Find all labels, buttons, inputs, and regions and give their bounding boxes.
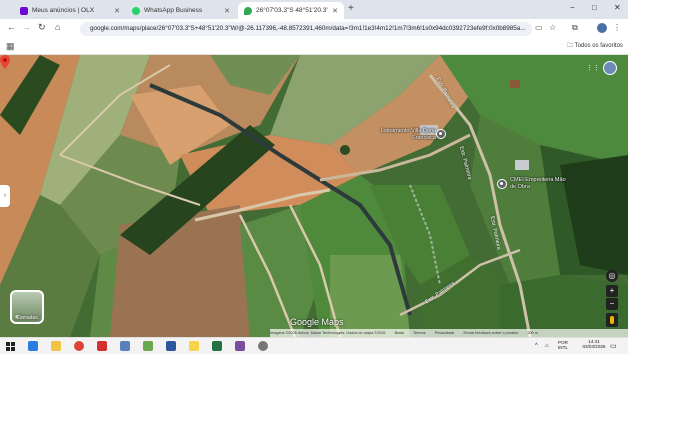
attribution-text: Imagens ©2026 Airbus, Maxar Technologies… [270, 331, 386, 335]
zoom-out-button[interactable]: − [606, 298, 618, 310]
close-icon[interactable]: ✕ [332, 7, 338, 15]
sticky-app-icon[interactable] [189, 341, 199, 351]
explorer-app-icon[interactable] [51, 341, 61, 351]
tab-google-maps[interactable]: 26°07'03.3"S 48°51'20.3"W - G... ✕ [238, 2, 344, 19]
layers-button[interactable]: ◈ Camadas [10, 290, 44, 324]
back-button[interactable]: ← [7, 22, 16, 32]
tab-title: Meus anúncios | OLX [32, 7, 95, 14]
poi-label-loteamento[interactable]: Loteamento Villa Dona Francisca [360, 128, 436, 141]
my-location-icon[interactable]: ◎ [606, 270, 618, 282]
minimize-button[interactable]: − [570, 3, 575, 12]
notification-icon[interactable]: ▭ [610, 342, 617, 350]
new-tab-button[interactable]: + [348, 3, 354, 14]
windows-taskbar: ^ ⌂ POR INTL 14:41 03/03/2026 ▭ [0, 337, 628, 354]
terms-link[interactable]: Termos [413, 331, 425, 335]
app11-app-icon[interactable] [258, 341, 268, 351]
language-indicator[interactable]: POR INTL [558, 340, 568, 350]
maps-favicon-icon [244, 6, 252, 15]
excel-app-icon[interactable] [212, 341, 222, 351]
expand-panel-button[interactable]: › [0, 185, 10, 207]
poi-marker-icon[interactable] [436, 129, 446, 139]
scale-label[interactable]: 200 m [527, 331, 538, 335]
tab-whatsapp[interactable]: WhatsApp Business ✕ [126, 2, 236, 19]
region-link[interactable]: Brasil [395, 331, 405, 335]
url-text: google.com/maps/place/26°07'03.3"S+48°51… [90, 25, 526, 32]
location-pin-icon[interactable] [0, 55, 10, 69]
close-window-button[interactable]: ✕ [614, 3, 621, 12]
browser-window: Meus anúncios | OLX ✕ WhatsApp Business … [0, 0, 628, 354]
poi-label-cmei[interactable]: CMEI Empreiteira Mão de Obra [510, 177, 570, 190]
tab-olx[interactable]: Meus anúncios | OLX ✕ [14, 2, 126, 19]
street-view-pegman-icon[interactable] [606, 313, 618, 327]
account-avatar[interactable] [603, 61, 617, 75]
poi-marker-icon[interactable] [497, 179, 507, 189]
clock-date: 03/03/2026 [582, 344, 606, 349]
home-icon[interactable]: ⌂ [55, 22, 60, 32]
olx-favicon-icon [20, 6, 28, 15]
all-bookmarks-label: Todos os favoritos [574, 43, 623, 49]
app6-app-icon[interactable] [143, 341, 153, 351]
google-apps-icon[interactable]: ⋮⋮ [586, 64, 600, 72]
keyboard-layout: INTL [558, 345, 568, 350]
edge-app-icon[interactable] [28, 341, 38, 351]
browser-toolbar: ← → ↻ ⌂ google.com/maps/place/26°07'03.3… [0, 19, 628, 38]
layers-label: Camadas [16, 315, 38, 321]
close-icon[interactable]: ✕ [224, 7, 230, 15]
maximize-button[interactable]: □ [592, 3, 597, 12]
zoom-in-button[interactable]: + [606, 285, 618, 297]
menu-icon[interactable]: ⋮ [613, 23, 621, 32]
all-bookmarks-button[interactable]: 🗀 Todos os favoritos [567, 41, 623, 51]
app10-app-icon[interactable] [235, 341, 245, 351]
clock[interactable]: 14:41 03/03/2026 [582, 339, 606, 349]
apps-grid-icon[interactable]: ▦ [6, 41, 15, 52]
tab-strip: Meus anúncios | OLX ✕ WhatsApp Business … [0, 0, 628, 19]
satellite-map[interactable]: Loteamento Villa Dona Francisca CMEI Emp… [0, 55, 628, 337]
word-app-icon[interactable] [166, 341, 176, 351]
satellite-imagery [0, 55, 628, 337]
install-app-icon[interactable]: ▭ [535, 23, 543, 32]
tray-chevron-icon[interactable]: ^ [535, 343, 538, 349]
tab-title: 26°07'03.3"S 48°51'20.3"W - G... [256, 7, 328, 14]
windows-start-icon[interactable] [6, 342, 15, 351]
pdf-app-icon[interactable] [97, 341, 107, 351]
tab-title: WhatsApp Business [144, 7, 203, 14]
privacy-link[interactable]: Privacidade [435, 331, 455, 335]
bookmark-star-icon[interactable]: ☆ [549, 23, 556, 32]
bookmarks-bar: ▦ 🗀 Todos os favoritos [0, 38, 628, 55]
extensions-icon[interactable]: ⧉ [572, 23, 578, 33]
feedback-link[interactable]: Enviar feedback sobre o produto [463, 331, 518, 335]
close-icon[interactable]: ✕ [114, 7, 120, 15]
google-maps-logo: Google Maps [290, 317, 344, 327]
address-bar[interactable]: google.com/maps/place/26°07'03.3"S+48°51… [80, 22, 532, 36]
app5-app-icon[interactable] [120, 341, 130, 351]
network-icon[interactable]: ⌂ [545, 343, 549, 349]
map-attribution-bar: Imagens ©2026 Airbus, Maxar Technologies… [270, 329, 628, 337]
reload-button[interactable]: ↻ [38, 22, 46, 33]
whatsapp-favicon-icon [132, 6, 140, 15]
chrome-app-icon[interactable] [74, 341, 84, 351]
profile-avatar[interactable] [597, 23, 607, 33]
forward-button[interactable]: → [22, 22, 31, 32]
